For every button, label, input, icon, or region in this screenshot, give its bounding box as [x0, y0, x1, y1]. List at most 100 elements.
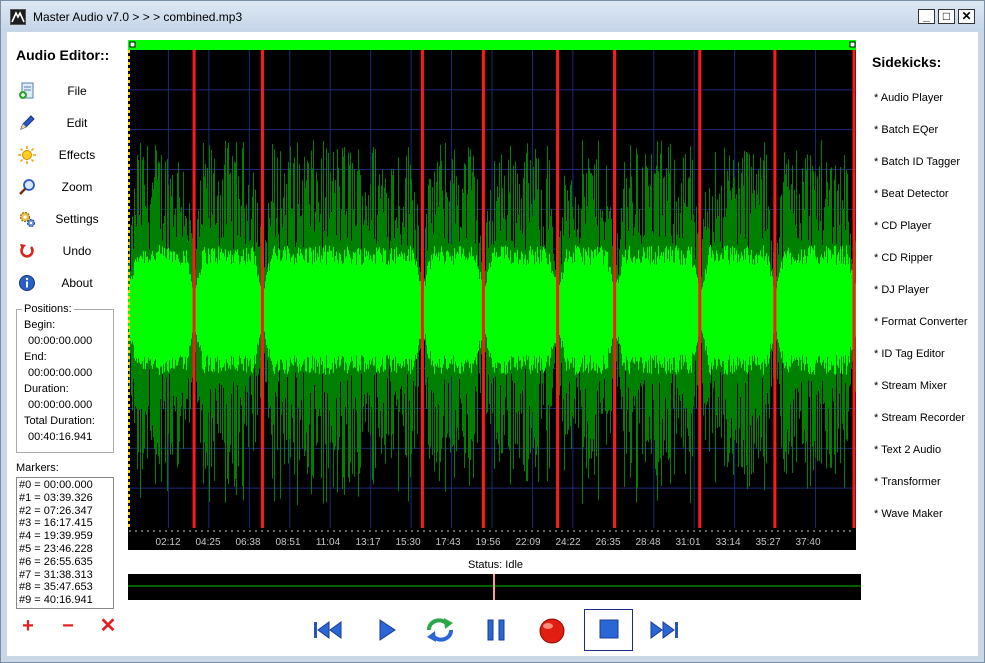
sidekicks-title: Sidekicks:	[872, 54, 942, 70]
marker-line	[260, 50, 264, 528]
sun-icon	[18, 146, 36, 164]
sidekick-link[interactable]: * ID Tag Editor	[874, 348, 945, 360]
markers-list[interactable]: #0 = 00:00.000 #1 = 03:39.326 #2 = 07:26…	[16, 477, 114, 609]
marker-item[interactable]: #5 = 23:46.228	[19, 543, 113, 556]
menu-effects-label: Effects	[58, 148, 96, 162]
positions-legend: Positions:	[22, 303, 74, 315]
menu-effects[interactable]: Effects	[14, 143, 114, 167]
sidekick-link[interactable]: * CD Player	[874, 220, 931, 232]
sidekick-link[interactable]: * Text 2 Audio	[874, 444, 941, 456]
markers-label: Markers:	[16, 462, 59, 474]
total-duration-label: Total Duration:	[24, 415, 95, 427]
time-label: 04:25	[195, 537, 220, 548]
clear-markers-button[interactable]: ✕	[98, 616, 118, 637]
time-label: 11:04	[316, 537, 341, 548]
sidekick-link[interactable]: * Format Converter	[874, 316, 968, 328]
skip-to-end-button[interactable]	[642, 612, 686, 650]
add-marker-button[interactable]: +	[18, 616, 38, 637]
undo-icon	[18, 242, 36, 260]
overview-scrubber[interactable]	[128, 574, 861, 600]
magnifier-icon	[18, 178, 36, 196]
maximize-button[interactable]: □	[938, 9, 955, 24]
duration-label: Duration:	[24, 383, 69, 395]
menu-settings[interactable]: Settings	[14, 207, 114, 231]
marker-line	[773, 50, 777, 528]
sidekick-link[interactable]: * Batch ID Tagger	[874, 156, 960, 168]
pencil-icon	[18, 114, 36, 132]
waveform-rms	[128, 245, 856, 375]
record-button[interactable]	[530, 612, 574, 650]
begin-value: 00:00:00.000	[28, 335, 93, 347]
marker-line	[420, 50, 424, 528]
marker-item[interactable]: #1 = 03:39.326	[19, 492, 113, 505]
sidekick-link[interactable]: * Transformer	[874, 476, 941, 488]
marker-item[interactable]: #6 = 26:55.635	[19, 556, 113, 569]
marker-line	[698, 50, 702, 528]
sidekick-link[interactable]: * Stream Recorder	[874, 412, 965, 424]
marker-line	[481, 50, 485, 528]
sidekick-link[interactable]: * Wave Maker	[874, 508, 943, 520]
marker-item[interactable]: #2 = 07:26.347	[19, 505, 113, 518]
file-add-icon	[18, 82, 36, 100]
time-label: 08:51	[275, 537, 300, 548]
sidekick-link[interactable]: * DJ Player	[874, 284, 929, 296]
marker-item[interactable]: #4 = 19:39.959	[19, 530, 113, 543]
marker-item[interactable]: #9 = 40:16.941	[19, 594, 113, 607]
minimize-icon: _	[923, 9, 930, 23]
play-button[interactable]	[364, 612, 408, 650]
menu-file[interactable]: File	[14, 79, 114, 103]
sidekick-link[interactable]: * Batch EQer	[874, 124, 938, 136]
waveform-view[interactable]: 02:12 04:25 06:38 08:51 11:04 13:17 15:30 17:43…	[128, 40, 856, 550]
gears-icon	[18, 210, 36, 228]
record-icon	[539, 618, 565, 644]
rewind-to-start-button[interactable]	[306, 612, 350, 650]
play-icon	[379, 619, 396, 641]
marker-item[interactable]: #7 = 31:38.313	[19, 569, 113, 582]
menu-file-label: File	[67, 84, 87, 98]
time-label: 31:01	[675, 537, 700, 548]
time-label: 17:43	[435, 537, 460, 548]
app-logo-icon[interactable]	[10, 9, 26, 25]
marker-line	[613, 50, 617, 528]
time-label: 22:09	[515, 537, 540, 548]
menu-zoom[interactable]: Zoom	[14, 175, 114, 199]
pause-button[interactable]	[474, 612, 518, 650]
sidekick-link[interactable]: * CD Ripper	[874, 252, 933, 264]
stop-icon	[599, 619, 618, 639]
loop-button[interactable]	[418, 612, 462, 650]
sidekick-link[interactable]: * Audio Player	[874, 92, 943, 104]
duration-value: 00:00:00.000	[28, 399, 93, 411]
close-button[interactable]: ✕	[958, 9, 975, 24]
menu-zoom-label: Zoom	[61, 180, 93, 194]
remove-marker-button[interactable]: −	[58, 616, 78, 637]
sidekick-link[interactable]: * Stream Mixer	[874, 380, 947, 392]
marker-item[interactable]: #8 = 35:47.653	[19, 581, 113, 594]
time-label: 33:14	[715, 537, 740, 548]
minimize-button[interactable]: _	[918, 9, 935, 24]
time-label: 26:35	[595, 537, 620, 548]
sidekick-link[interactable]: * Beat Detector	[874, 188, 949, 200]
marker-item[interactable]: #3 = 16:17.415	[19, 517, 113, 530]
marker-line	[852, 50, 856, 528]
time-label: 28:48	[635, 537, 660, 548]
menu-about[interactable]: About	[14, 271, 114, 295]
selection-bar	[128, 40, 856, 50]
end-label: End:	[24, 351, 47, 363]
marker-item[interactable]: #0 = 00:00.000	[19, 479, 113, 492]
menu-undo[interactable]: Undo	[14, 239, 114, 263]
end-value: 00:00:00.000	[28, 367, 93, 379]
time-label: 15:30	[395, 537, 420, 548]
window-title: Master Audio v7.0 > > > combined.mp3	[33, 10, 243, 24]
marker-line	[556, 50, 560, 528]
menu-edit[interactable]: Edit	[14, 111, 114, 135]
selection-handle-left	[129, 41, 136, 48]
begin-label: Begin:	[24, 319, 56, 331]
stop-button[interactable]	[584, 609, 633, 651]
time-label: 02:12	[155, 537, 180, 548]
time-label: 13:17	[355, 537, 380, 548]
audio-editor-title: Audio Editor::	[16, 47, 110, 63]
status-text: Status: Idle	[468, 559, 524, 571]
skip-back-icon	[314, 621, 342, 639]
playhead	[493, 574, 495, 600]
menu-undo-label: Undo	[62, 244, 92, 258]
